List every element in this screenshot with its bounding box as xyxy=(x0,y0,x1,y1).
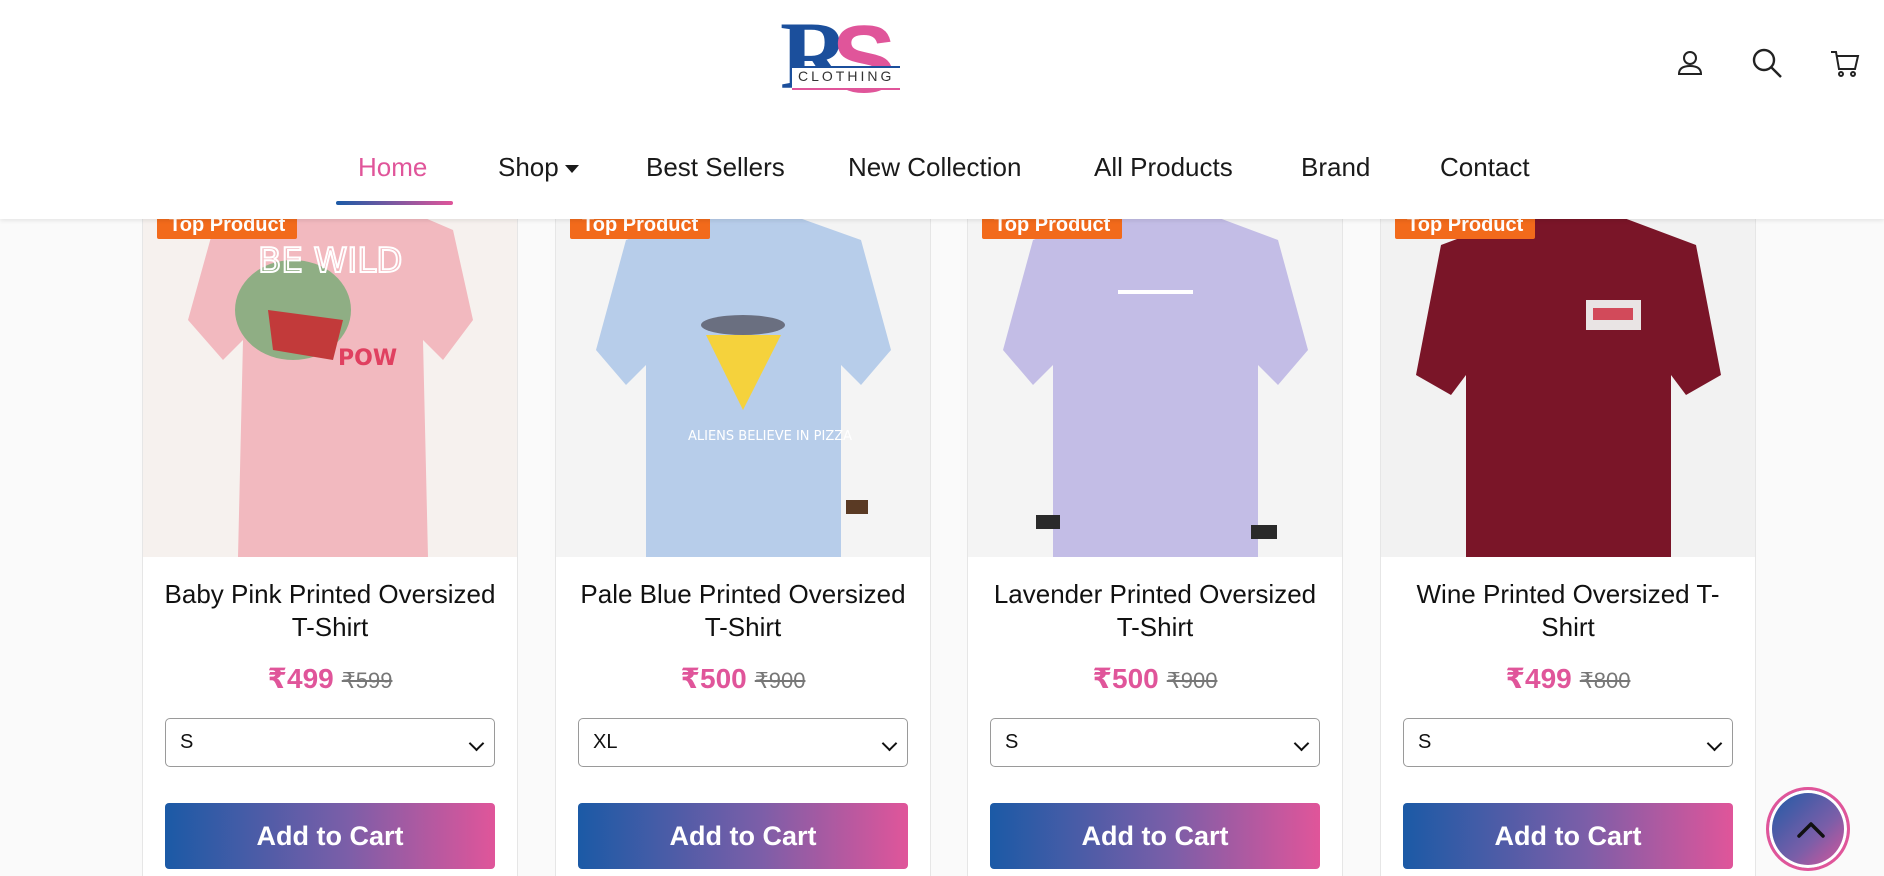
svg-text:POW: POW xyxy=(338,346,397,371)
add-to-cart-button[interactable]: Add to Cart xyxy=(990,803,1320,869)
logo-wordmark: CLOTHING xyxy=(798,68,895,84)
chevron-down-icon xyxy=(564,165,579,174)
sale-price: ₹499 xyxy=(1505,663,1572,694)
add-to-cart-button[interactable]: Add to Cart xyxy=(165,803,495,869)
product-card[interactable]: ALIENS BELIEVE IN PIZZA Top Product Pale… xyxy=(555,200,931,876)
product-card[interactable]: Top Product Wine Printed Oversized T- Sh… xyxy=(1380,200,1756,876)
add-to-cart-button[interactable]: Add to Cart xyxy=(578,803,908,869)
price-row: ₹500 ₹900 xyxy=(556,662,930,695)
size-select[interactable]: S xyxy=(990,718,1320,767)
original-price: ₹800 xyxy=(1579,668,1631,693)
chevron-down-icon xyxy=(1293,735,1310,752)
original-price: ₹599 xyxy=(341,668,393,693)
chevron-down-icon xyxy=(468,735,485,752)
nav-shop[interactable]: Shop xyxy=(498,152,579,183)
chevron-down-icon xyxy=(881,735,898,752)
product-image[interactable]: Top Product xyxy=(968,200,1342,557)
cart-icon[interactable] xyxy=(1828,46,1862,80)
product-image[interactable]: Top Product xyxy=(1381,200,1755,557)
product-title: Baby Pink Printed Oversized T-Shirt xyxy=(153,578,507,644)
product-image[interactable]: BE WILD POW Top Product xyxy=(143,200,517,557)
product-title-line-2: T-Shirt xyxy=(1116,612,1194,642)
sale-price: ₹499 xyxy=(267,663,334,694)
product-title-line-2: T-Shirt xyxy=(291,612,369,642)
nav-brand[interactable]: Brand xyxy=(1301,152,1370,183)
main-nav: Home Shop Best Sellers New Collection Al… xyxy=(0,152,1884,192)
active-nav-indicator xyxy=(336,201,453,205)
product-title: Wine Printed Oversized T- Shirt xyxy=(1391,578,1745,644)
size-selected-value: S xyxy=(180,731,194,753)
product-image[interactable]: ALIENS BELIEVE IN PIZZA Top Product xyxy=(556,200,930,557)
product-title: Lavender Printed Oversized T-Shirt xyxy=(978,578,1332,644)
original-price: ₹900 xyxy=(754,668,806,693)
size-select[interactable]: S xyxy=(165,718,495,767)
product-title: Pale Blue Printed Oversized T-Shirt xyxy=(566,578,920,644)
price-row: ₹500 ₹900 xyxy=(968,662,1342,695)
size-select[interactable]: S xyxy=(1403,718,1733,767)
price-row: ₹499 ₹800 xyxy=(1381,662,1755,695)
product-title-line-1: Baby Pink Printed Oversized xyxy=(164,579,496,609)
nav-home[interactable]: Home xyxy=(358,152,427,183)
product-title-line-1: Pale Blue Printed Oversized xyxy=(580,579,906,609)
chevron-down-icon xyxy=(1706,735,1723,752)
user-icon[interactable] xyxy=(1673,46,1707,80)
svg-text:BE WILD: BE WILD xyxy=(258,241,402,281)
chevron-up-icon xyxy=(1797,822,1825,838)
size-select[interactable]: XL xyxy=(578,718,908,767)
original-price: ₹900 xyxy=(1166,668,1218,693)
sale-price: ₹500 xyxy=(680,663,747,694)
nav-all-products[interactable]: All Products xyxy=(1094,152,1233,183)
nav-best-sellers[interactable]: Best Sellers xyxy=(646,152,785,183)
product-card[interactable]: Top Product Lavender Printed Oversized T… xyxy=(967,200,1343,876)
nav-shop-label: Shop xyxy=(498,152,559,182)
product-title-line-1: Wine Printed Oversized T- xyxy=(1416,579,1720,609)
product-title-line-1: Lavender Printed Oversized xyxy=(993,579,1317,609)
add-to-cart-button[interactable]: Add to Cart xyxy=(1403,803,1733,869)
nav-new-collection[interactable]: New Collection xyxy=(848,152,1021,183)
logo-letter-s: S xyxy=(832,6,897,113)
size-selected-value: S xyxy=(1005,731,1019,753)
price-row: ₹499 ₹599 xyxy=(143,662,517,695)
product-title-line-2: Shirt xyxy=(1541,612,1595,642)
scroll-to-top-button[interactable] xyxy=(1766,787,1850,871)
size-selected-value: XL xyxy=(593,731,618,753)
nav-contact[interactable]: Contact xyxy=(1440,152,1530,183)
svg-text:ALIENS BELIEVE IN PIZZA: ALIENS BELIEVE IN PIZZA xyxy=(688,429,852,444)
sale-price: ₹500 xyxy=(1092,663,1159,694)
size-selected-value: S xyxy=(1418,731,1432,753)
search-icon[interactable] xyxy=(1750,46,1784,80)
product-card[interactable]: BE WILD POW Top Product Baby Pink Printe… xyxy=(142,200,518,876)
product-title-line-2: T-Shirt xyxy=(704,612,782,642)
brand-logo[interactable]: R S CLOTHING xyxy=(780,8,910,108)
site-header: R S CLOTHING Home Shop Best Sellers New … xyxy=(0,0,1884,219)
